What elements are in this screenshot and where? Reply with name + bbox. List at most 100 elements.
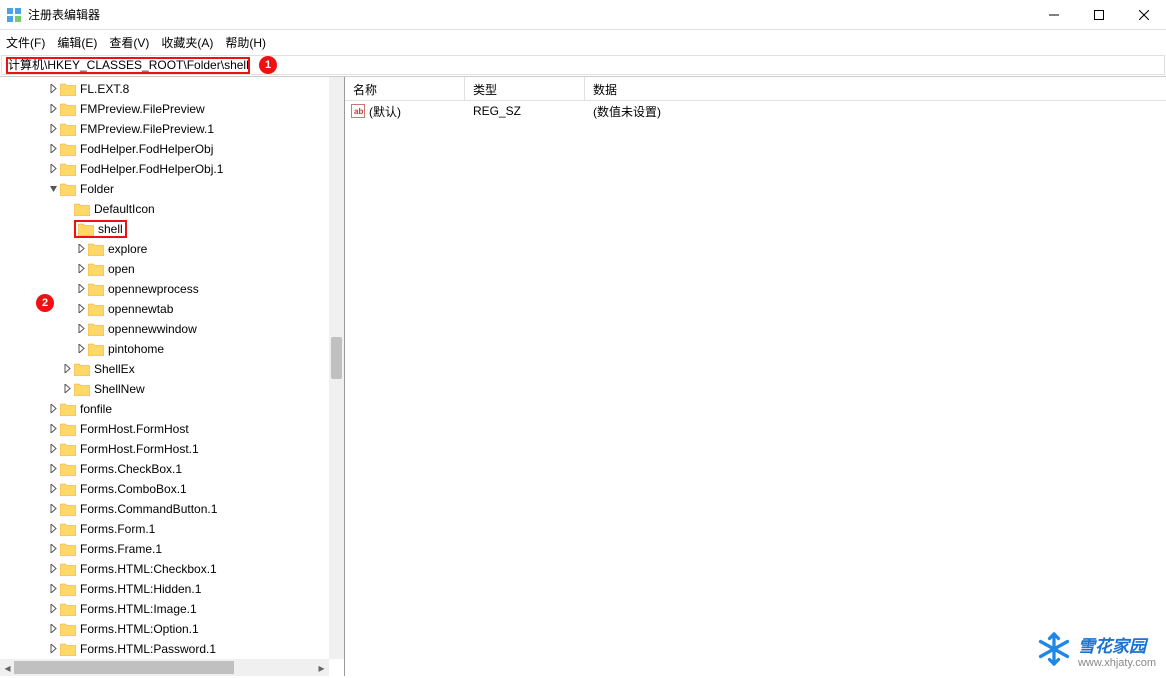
expand-toggle[interactable] — [46, 122, 60, 136]
close-button[interactable] — [1121, 0, 1166, 30]
scroll-left-arrow[interactable]: ◂ — [0, 659, 15, 676]
expand-toggle[interactable] — [46, 162, 60, 176]
tree-item[interactable]: Forms.Frame.1 — [0, 539, 344, 559]
vertical-scrollbar[interactable] — [329, 77, 344, 659]
menu-help[interactable]: 帮助(H) — [225, 34, 266, 51]
tree-item[interactable]: FodHelper.FodHelperObj.1 — [0, 159, 344, 179]
scrollbar-thumb[interactable] — [331, 337, 342, 379]
tree-item[interactable]: Forms.HTML:Image.1 — [0, 599, 344, 619]
scrollbar-thumb[interactable] — [14, 661, 234, 674]
tree-item[interactable]: Forms.Form.1 — [0, 519, 344, 539]
expand-toggle[interactable] — [74, 342, 88, 356]
expand-toggle[interactable] — [74, 322, 88, 336]
maximize-button[interactable] — [1076, 0, 1121, 30]
expand-toggle[interactable] — [46, 602, 60, 616]
tree-item-label: FMPreview.FilePreview — [80, 102, 205, 116]
tree-item-label: pintohome — [108, 342, 164, 356]
tree-item-label: Forms.HTML:Image.1 — [80, 602, 197, 616]
horizontal-scrollbar[interactable]: ◂ ▸ — [0, 659, 329, 676]
tree-item[interactable]: Folder — [0, 179, 344, 199]
tree-item-label: FL.EXT.8 — [80, 82, 129, 96]
expand-toggle[interactable] — [46, 482, 60, 496]
tree-item-label: FodHelper.FodHelperObj — [80, 142, 213, 156]
tree-item-label: opennewtab — [108, 302, 173, 316]
tree-item[interactable]: FormHost.FormHost — [0, 419, 344, 439]
tree-item-label: DefaultIcon — [94, 202, 155, 216]
expand-toggle[interactable] — [46, 102, 60, 116]
tree-item[interactable]: Forms.HTML:Password.1 — [0, 639, 344, 659]
list-body: ab(默认)REG_SZ(数值未设置) — [345, 101, 1166, 121]
expand-toggle[interactable] — [74, 242, 88, 256]
watermark: 雪花家园 www.xhjaty.com — [1036, 631, 1156, 670]
scroll-right-arrow[interactable]: ▸ — [314, 659, 329, 676]
tree-item[interactable]: Forms.HTML:Hidden.1 — [0, 579, 344, 599]
tree-item[interactable]: Forms.ComboBox.1 — [0, 479, 344, 499]
expand-toggle[interactable] — [46, 542, 60, 556]
tree-item[interactable]: FMPreview.FilePreview.1 — [0, 119, 344, 139]
tree-item[interactable]: shell — [0, 219, 344, 239]
expand-toggle[interactable] — [46, 502, 60, 516]
menu-edit[interactable]: 编辑(E) — [57, 34, 97, 51]
collapse-toggle[interactable] — [46, 182, 60, 196]
expand-toggle[interactable] — [46, 422, 60, 436]
expand-toggle[interactable] — [46, 442, 60, 456]
expand-toggle[interactable] — [46, 642, 60, 656]
tree-item-label: Forms.ComboBox.1 — [80, 482, 187, 496]
tree-item[interactable]: open — [0, 259, 344, 279]
tree-item[interactable]: FormHost.FormHost.1 — [0, 439, 344, 459]
tree-item-label: Forms.CommandButton.1 — [80, 502, 217, 516]
tree-item[interactable]: ShellNew — [0, 379, 344, 399]
tree-item[interactable]: FMPreview.FilePreview — [0, 99, 344, 119]
expand-toggle[interactable] — [46, 402, 60, 416]
tree-item[interactable]: FodHelper.FodHelperObj — [0, 139, 344, 159]
values-panel: 名称 类型 数据 ab(默认)REG_SZ(数值未设置) — [345, 77, 1166, 676]
address-bar[interactable]: 计算机\HKEY_CLASSES_ROOT\Folder\shell 1 — [1, 55, 1165, 75]
tree-item-label: Folder — [80, 182, 114, 196]
list-row[interactable]: ab(默认)REG_SZ(数值未设置) — [345, 101, 1166, 121]
menu-file[interactable]: 文件(F) — [6, 34, 45, 51]
value-type-cell: REG_SZ — [465, 104, 585, 118]
annotation-box-1 — [6, 57, 250, 74]
content-area: 2 FL.EXT.8FMPreview.FilePreviewFMPreview… — [0, 76, 1166, 676]
tree-item[interactable]: Forms.HTML:Checkbox.1 — [0, 559, 344, 579]
tree-item-label: FormHost.FormHost.1 — [80, 442, 199, 456]
tree-item[interactable]: Forms.CheckBox.1 — [0, 459, 344, 479]
expand-toggle[interactable] — [46, 462, 60, 476]
menu-view[interactable]: 查看(V) — [109, 34, 149, 51]
expand-toggle[interactable] — [46, 142, 60, 156]
tree-item-label: Forms.HTML:Option.1 — [80, 622, 199, 636]
tree-item[interactable]: DefaultIcon — [0, 199, 344, 219]
expand-toggle[interactable] — [74, 302, 88, 316]
tree-item[interactable]: ShellEx — [0, 359, 344, 379]
tree-item-label: opennewwindow — [108, 322, 197, 336]
tree-item-label: FormHost.FormHost — [80, 422, 189, 436]
minimize-button[interactable] — [1031, 0, 1076, 30]
tree-item[interactable]: Forms.CommandButton.1 — [0, 499, 344, 519]
tree-item[interactable]: Forms.HTML:Option.1 — [0, 619, 344, 639]
tree-item[interactable]: pintohome — [0, 339, 344, 359]
expand-toggle[interactable] — [74, 282, 88, 296]
expand-toggle[interactable] — [46, 582, 60, 596]
expand-toggle[interactable] — [74, 262, 88, 276]
tree-item[interactable]: FL.EXT.8 — [0, 79, 344, 99]
menubar: 文件(F) 编辑(E) 查看(V) 收藏夹(A) 帮助(H) — [0, 30, 1166, 54]
value-name-cell: ab(默认) — [345, 103, 465, 120]
tree-item[interactable]: opennewwindow — [0, 319, 344, 339]
tree-item[interactable]: fonfile — [0, 399, 344, 419]
tree-item-label: Forms.HTML:Checkbox.1 — [80, 562, 217, 576]
expand-toggle[interactable] — [46, 622, 60, 636]
value-data-cell: (数值未设置) — [585, 103, 1166, 120]
expand-toggle[interactable] — [46, 522, 60, 536]
column-type[interactable]: 类型 — [465, 77, 585, 100]
menu-favorites[interactable]: 收藏夹(A) — [161, 34, 213, 51]
expand-toggle[interactable] — [60, 382, 74, 396]
column-name[interactable]: 名称 — [345, 77, 465, 100]
registry-tree: FL.EXT.8 FMPreview.FilePreview FMPreview.F… — [0, 77, 344, 659]
tree-item-label: open — [108, 262, 135, 276]
tree-item-label: Forms.Frame.1 — [80, 542, 162, 556]
expand-toggle[interactable] — [46, 82, 60, 96]
tree-item[interactable]: explore — [0, 239, 344, 259]
expand-toggle[interactable] — [46, 562, 60, 576]
expand-toggle[interactable] — [60, 362, 74, 376]
column-data[interactable]: 数据 — [585, 77, 1166, 100]
